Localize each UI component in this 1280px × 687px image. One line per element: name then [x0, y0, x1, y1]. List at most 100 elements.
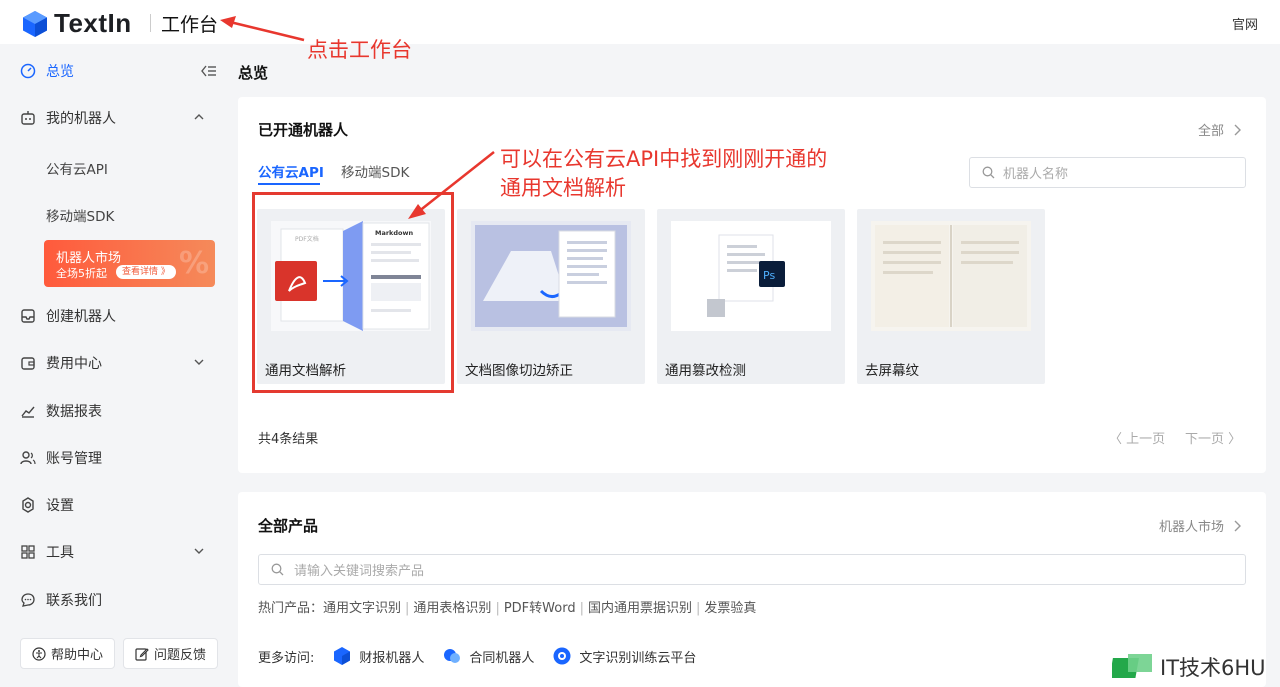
chevron-down-icon	[194, 359, 204, 365]
sidebar-item-label: 联系我们	[46, 593, 102, 609]
users-icon	[20, 451, 36, 465]
workbench-link[interactable]: 工作台	[161, 10, 218, 37]
hot-product-link[interactable]: PDF转Word	[504, 601, 576, 616]
accessibility-icon	[32, 646, 46, 661]
chevron-down-icon	[194, 548, 204, 554]
product-search-input[interactable]: 请输入关键词搜索产品	[258, 554, 1246, 585]
robot-name-search-input[interactable]: 机器人名称	[969, 157, 1246, 188]
all-products-title: 全部产品	[258, 517, 319, 535]
opened-robots-title: 已开通机器人	[258, 121, 349, 139]
percent-decoration: %	[178, 246, 209, 281]
sidebar-item-label: 费用中心	[46, 356, 102, 372]
feedback-button[interactable]: 问题反馈	[123, 638, 218, 669]
watermark: IT技术6HU	[1112, 652, 1266, 682]
sidebar-item-my-robots[interactable]: 我的机器人	[20, 100, 220, 136]
robot-market-link[interactable]: 机器人市场	[1159, 516, 1242, 535]
result-count: 共4条结果	[258, 432, 319, 447]
ocr-training-platform-link[interactable]: 文字识别训练云平台	[552, 646, 696, 666]
annotation-find-line2: 通用文档解析	[500, 176, 626, 200]
chart-icon	[21, 406, 35, 418]
tamper-detect-illustration: Ps	[671, 221, 831, 331]
hot-products: 热门产品：通用文字识别 | 通用表格识别 | PDF转Word | 国内通用票据识别 | 发票验…	[258, 601, 757, 616]
view-all-link[interactable]: 全部	[1198, 120, 1242, 139]
search-icon	[982, 166, 995, 179]
cube-icon	[334, 647, 351, 665]
market-banner-title: 机器人市场	[56, 251, 122, 266]
header-divider	[150, 14, 151, 32]
grid-icon	[21, 545, 35, 559]
robot-card-moire-removal[interactable]: 去屏幕纹	[857, 209, 1045, 384]
gear-icon	[22, 497, 34, 513]
page-title: 总览	[238, 64, 269, 82]
annotation-find-line1: 可以在公有云API中找到刚刚开通的	[500, 147, 828, 171]
sidebar-item-tools[interactable]: 工具	[20, 534, 220, 570]
sidebar-item-label: 数据报表	[46, 404, 102, 420]
more-access-label: 更多访问:	[258, 650, 315, 666]
top-header: TextIn 工作台 官网	[0, 0, 1280, 44]
doc-crop-thumbnail	[471, 221, 631, 331]
tab-public-cloud-api[interactable]: 公有云API	[258, 161, 324, 181]
contract-robot-link[interactable]: 合同机器人	[442, 646, 534, 666]
sidebar-item-public-cloud-api[interactable]: 公有云API	[46, 158, 108, 178]
moire-removal-thumbnail	[871, 221, 1031, 331]
dashboard-icon	[20, 63, 36, 79]
sidebar-item-reports[interactable]: 数据报表	[20, 393, 220, 429]
doc-crop-illustration	[471, 221, 631, 331]
sidebar: 总览 我的机器人 公有云API 移动端SDK % 机器人市场 全场5折起 查看详…	[0, 44, 228, 687]
robot-market-banner[interactable]: % 机器人市场 全场5折起 查看详情 》	[44, 240, 215, 287]
sidebar-item-label: 总览	[46, 64, 74, 80]
hot-product-link[interactable]: 通用文字识别	[323, 601, 401, 616]
sidebar-item-account[interactable]: 账号管理	[20, 440, 220, 476]
annotation-click-workbench: 点击工作台	[307, 38, 412, 62]
logo-text: TextIn	[54, 8, 132, 38]
search-placeholder: 请输入关键词搜索产品	[294, 564, 425, 579]
financial-report-robot-link[interactable]: 财报机器人	[332, 646, 424, 666]
sidebar-item-label: 工具	[46, 545, 74, 561]
more-item-label: 财报机器人	[359, 650, 425, 666]
help-center-button[interactable]: 帮助中心	[20, 638, 115, 669]
tamper-detect-thumbnail: Ps	[671, 221, 831, 331]
watermark-text: IT技术6HU	[1160, 656, 1266, 680]
search-icon	[271, 563, 284, 576]
sidebar-item-contact[interactable]: 联系我们	[20, 582, 220, 618]
help-center-label: 帮助中心	[50, 648, 103, 663]
robot-name: 去屏幕纹	[865, 363, 919, 379]
chat-bubble-icon	[21, 593, 35, 607]
hot-product-link[interactable]: 发票验真	[704, 601, 756, 616]
wallet-icon	[21, 357, 35, 370]
robot-market-label: 机器人市场	[1158, 520, 1224, 535]
collapse-sidebar-icon[interactable]	[200, 64, 216, 78]
more-access: 更多访问: 财报机器人 合同机器人 文字识别训练云平台	[258, 646, 696, 666]
robot-name: 通用篡改检测	[665, 363, 746, 379]
highlight-box	[252, 192, 454, 393]
sidebar-item-overview[interactable]: 总览	[20, 53, 220, 89]
next-page-button[interactable]: 下一页 〉	[1185, 428, 1241, 447]
prev-page-button[interactable]: 〈 上一页	[1109, 428, 1165, 447]
hot-products-label: 热门产品：	[258, 601, 324, 616]
hot-product-link[interactable]: 通用表格识别	[413, 601, 491, 616]
sidebar-item-create-robot[interactable]: 创建机器人	[20, 298, 220, 334]
active-tab-indicator	[258, 183, 320, 185]
sidebar-item-label: 我的机器人	[46, 111, 116, 127]
sidebar-item-mobile-sdk[interactable]: 移动端SDK	[46, 205, 114, 225]
sidebar-item-settings[interactable]: 设置	[20, 487, 220, 523]
view-details-button[interactable]: 查看详情 》	[116, 265, 176, 279]
official-site-link[interactable]: 官网	[1232, 14, 1258, 33]
robot-icon	[21, 111, 35, 125]
chevron-right-icon	[1234, 124, 1241, 135]
chevron-up-icon	[194, 114, 204, 120]
textin-logo[interactable]: TextIn	[22, 8, 132, 39]
chevron-right-icon	[1234, 520, 1241, 531]
more-item-label: 合同机器人	[469, 650, 535, 666]
tab-mobile-sdk[interactable]: 移动端SDK	[341, 161, 409, 181]
edit-icon	[135, 647, 149, 661]
sidebar-item-billing[interactable]: 费用中心	[20, 345, 220, 381]
moire-book-illustration	[871, 221, 1031, 331]
robot-card-tamper-detect[interactable]: Ps 通用篡改检测	[657, 209, 845, 384]
watermark-logo-icon	[1112, 654, 1152, 678]
robot-card-doc-crop[interactable]: 文档图像切边矫正	[457, 209, 645, 384]
feedback-label: 问题反馈	[153, 648, 206, 663]
more-item-label: 文字识别训练云平台	[579, 650, 697, 666]
hot-product-link[interactable]: 国内通用票据识别	[588, 601, 692, 616]
cube-logo-icon	[23, 10, 47, 37]
